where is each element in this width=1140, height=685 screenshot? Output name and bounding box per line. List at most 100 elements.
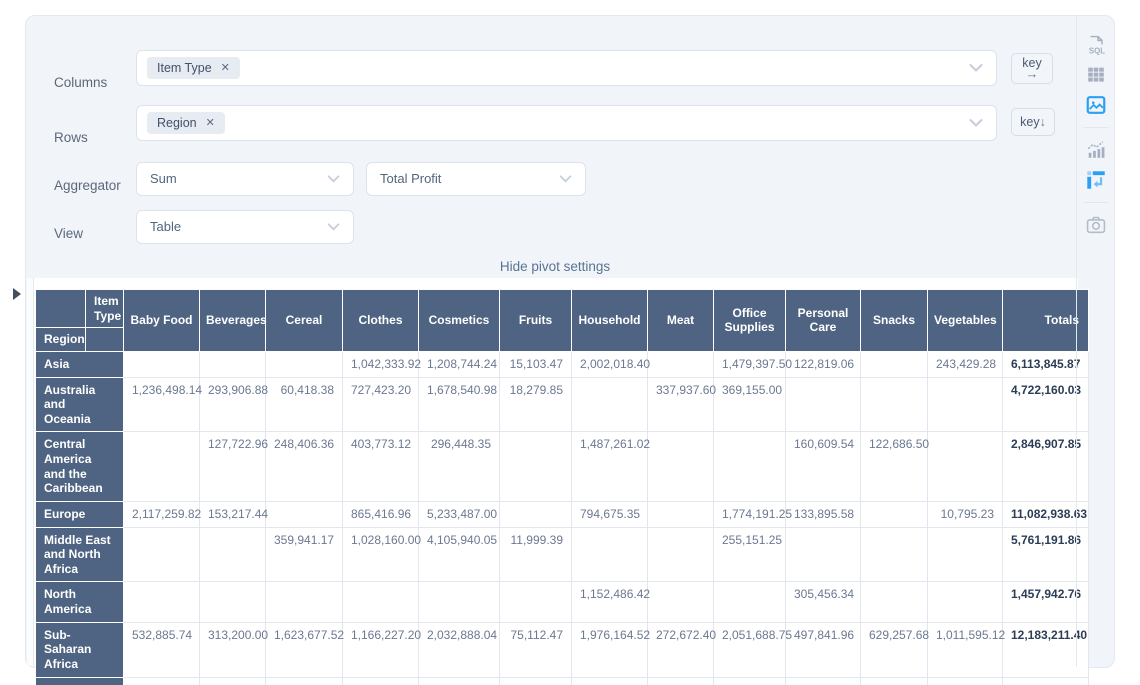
visualization-toolbar: SQL bbox=[1076, 16, 1114, 667]
arrow-down-icon: ↓ bbox=[1040, 115, 1046, 129]
pivot-row-label: Europe bbox=[36, 501, 124, 527]
pivot-cell: 403,773.12 bbox=[343, 432, 419, 502]
view-select[interactable]: Table bbox=[136, 210, 354, 244]
pivot-cell bbox=[786, 527, 861, 582]
pivot-totals-cell: 751,944.18 bbox=[861, 677, 928, 685]
pivot-cell: 629,257.68 bbox=[861, 622, 928, 677]
chip-remove-icon[interactable]: ✕ bbox=[221, 63, 230, 74]
pivot-cell: 337,937.60 bbox=[648, 377, 714, 432]
combo-chart-icon[interactable] bbox=[1084, 138, 1108, 162]
pivot-cell: 532,885.74 bbox=[124, 622, 200, 677]
pivot-cell: 15,103.47 bbox=[500, 351, 572, 377]
pivot-row: Middle East and North Africa359,941.171,… bbox=[36, 527, 1089, 582]
pivot-cell bbox=[572, 377, 648, 432]
pivot-cell bbox=[266, 582, 343, 622]
pivot-cell: 1,623,677.52 bbox=[266, 622, 343, 677]
aggregator-field-select[interactable]: Total Profit bbox=[366, 162, 586, 196]
rows-chip-label: Region bbox=[157, 116, 197, 130]
pivot-row-label: Central America and the Caribbean bbox=[36, 432, 124, 502]
aggregator-select[interactable]: Sum bbox=[136, 162, 354, 196]
hide-pivot-settings-link[interactable]: Hide pivot settings bbox=[26, 259, 1084, 274]
pivot-totals-cell: 1,220,622.48 bbox=[786, 677, 861, 685]
pivot-table: Item TypeBaby FoodBeveragesCerealClothes… bbox=[35, 289, 1089, 685]
pivot-column-header: Snacks bbox=[861, 290, 928, 352]
pivot-column-header: Meat bbox=[648, 290, 714, 352]
pivot-row: Sub-Saharan Africa532,885.74313,200.001,… bbox=[36, 622, 1089, 677]
rows-chip[interactable]: Region ✕ bbox=[147, 112, 225, 134]
pivot-cell bbox=[648, 582, 714, 622]
pivot-cell: 296,448.35 bbox=[419, 432, 500, 502]
pivot-cell: 865,416.96 bbox=[343, 501, 419, 527]
pivot-cell: 248,406.36 bbox=[266, 432, 343, 502]
pivot-cell: 5,233,487.00 bbox=[419, 501, 500, 527]
pivot-column-header: Personal Care bbox=[786, 290, 861, 352]
app-window: Columns Rows Aggregator View Item Type ✕… bbox=[0, 0, 1140, 685]
column-key-sort-button[interactable]: key → bbox=[1011, 53, 1053, 84]
pivot-cell: 133,895.58 bbox=[786, 501, 861, 527]
pivot-cell: 10,795.23 bbox=[928, 501, 1003, 527]
pivot-totals-row: Totals3,886,643.70888,047.282,292,443.43… bbox=[36, 677, 1089, 685]
pivot-column-header: Beverages bbox=[200, 290, 266, 352]
aggregator-field-selected-value: Total Profit bbox=[380, 163, 441, 195]
pivot-cell: 1,028,160.00 bbox=[343, 527, 419, 582]
chip-remove-icon[interactable]: ✕ bbox=[206, 118, 215, 129]
pivot-cell bbox=[786, 377, 861, 432]
pivot-column-header: Clothes bbox=[343, 290, 419, 352]
pivot-row: Asia1,042,333.921,208,744.2415,103.472,0… bbox=[36, 351, 1089, 377]
pivot-cell: 313,200.00 bbox=[200, 622, 266, 677]
visualization-editor-card: Columns Rows Aggregator View Item Type ✕… bbox=[25, 15, 1115, 668]
pivot-row: Central America and the Caribbean127,722… bbox=[36, 432, 1089, 502]
columns-chip-label: Item Type bbox=[157, 61, 212, 75]
pivot-column-header: Household bbox=[572, 290, 648, 352]
pivot-cell: 1,487,261.02 bbox=[572, 432, 648, 502]
columns-multiselect[interactable]: Item Type ✕ bbox=[136, 50, 997, 86]
image-icon[interactable] bbox=[1084, 93, 1108, 117]
pivot-cell: 1,236,498.14 bbox=[124, 377, 200, 432]
pivot-icon[interactable] bbox=[1084, 168, 1108, 192]
rows-multiselect[interactable]: Region ✕ bbox=[136, 105, 997, 141]
drawer-toggle-arrow-icon[interactable] bbox=[13, 288, 21, 300]
pivot-cell bbox=[928, 527, 1003, 582]
pivot-cell: 75,112.47 bbox=[500, 622, 572, 677]
pivot-row-axis-label: Region bbox=[36, 328, 86, 352]
pivot-row: Europe2,117,259.82153,217.44865,416.965,… bbox=[36, 501, 1089, 527]
svg-text:SQL: SQL bbox=[1088, 47, 1104, 56]
pivot-cell bbox=[419, 582, 500, 622]
sql-icon[interactable]: SQL bbox=[1084, 33, 1108, 57]
columns-chip[interactable]: Item Type ✕ bbox=[147, 57, 240, 79]
panel-resize-handle[interactable] bbox=[27, 278, 34, 666]
camera-icon[interactable] bbox=[1084, 213, 1108, 237]
pivot-totals-cell: 3,886,643.70 bbox=[124, 677, 200, 685]
pivot-cell: 2,117,259.82 bbox=[124, 501, 200, 527]
chevron-down-icon bbox=[559, 175, 572, 183]
pivot-cell: 1,678,540.98 bbox=[419, 377, 500, 432]
pivot-row-label: Australia and Oceania bbox=[36, 377, 124, 432]
chevron-down-icon[interactable] bbox=[969, 119, 983, 128]
table-icon[interactable] bbox=[1084, 63, 1108, 87]
pivot-row-label: Sub-Saharan Africa bbox=[36, 622, 124, 677]
pivot-row-label: Asia bbox=[36, 351, 124, 377]
pivot-cell: 255,151.25 bbox=[714, 527, 786, 582]
pivot-cell bbox=[124, 582, 200, 622]
pivot-row-label: North America bbox=[36, 582, 124, 622]
pivot-cell bbox=[200, 527, 266, 582]
pivot-column-header: Vegetables bbox=[928, 290, 1003, 352]
pivot-cell: 2,002,018.40 bbox=[572, 351, 648, 377]
chevron-down-icon[interactable] bbox=[969, 64, 983, 73]
pivot-cell: 122,686.50 bbox=[861, 432, 928, 502]
row-key-sort-button[interactable]: key↓ bbox=[1011, 108, 1055, 136]
pivot-cell bbox=[928, 432, 1003, 502]
pivot-totals-row-label: Totals bbox=[36, 677, 124, 685]
pivot-cell: 122,819.06 bbox=[786, 351, 861, 377]
pivot-cell bbox=[500, 432, 572, 502]
pivot-cell bbox=[500, 501, 572, 527]
pivot-corner-cell bbox=[36, 290, 86, 328]
pivot-cell bbox=[648, 351, 714, 377]
pivot-cell: 1,011,595.12 bbox=[928, 622, 1003, 677]
pivot-cell bbox=[200, 582, 266, 622]
pivot-cell: 1,479,397.50 bbox=[714, 351, 786, 377]
pivot-cell: 727,423.20 bbox=[343, 377, 419, 432]
pivot-blank-header-cell bbox=[86, 328, 124, 352]
pivot-column-header: Baby Food bbox=[124, 290, 200, 352]
pivot-cell bbox=[714, 432, 786, 502]
